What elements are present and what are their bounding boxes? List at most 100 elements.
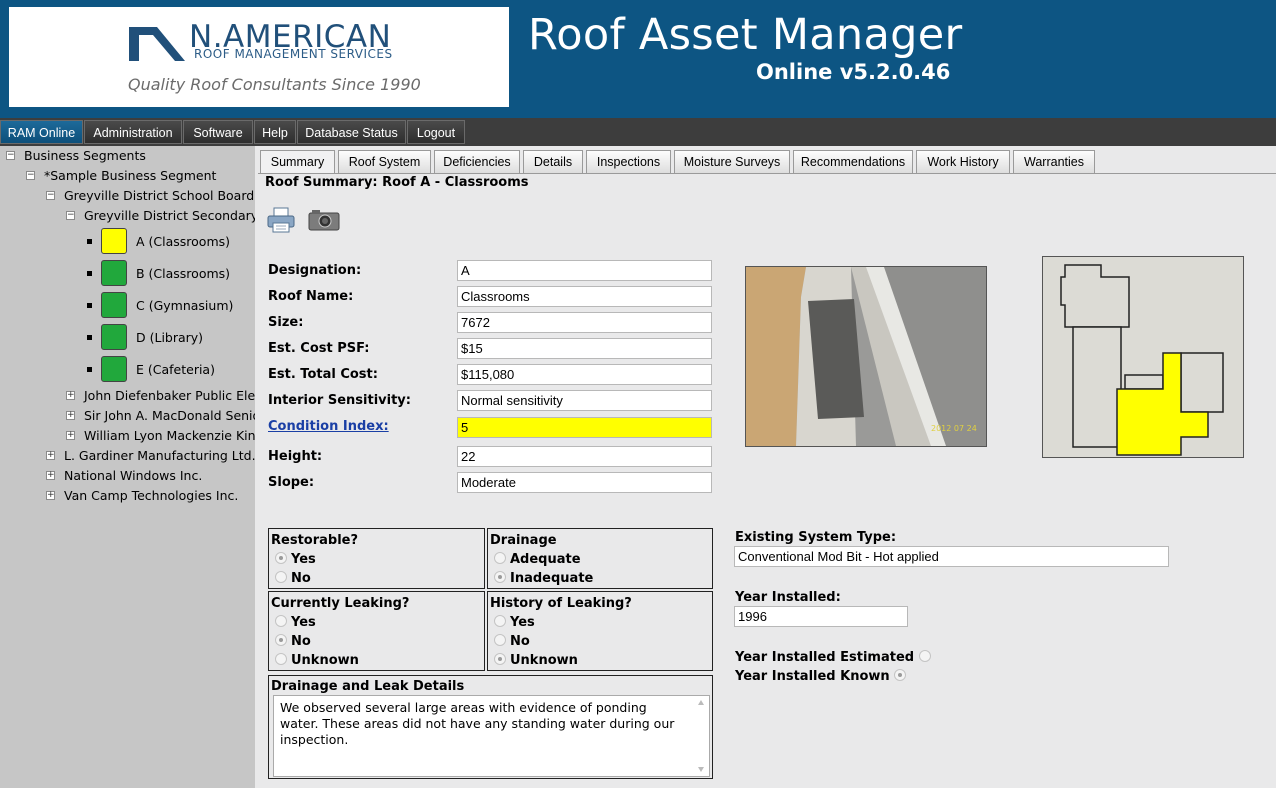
tree-item-roof-d[interactable]: D (Library): [136, 330, 203, 346]
collapse-icon[interactable]: −: [6, 151, 15, 160]
tree-item-segment[interactable]: *Sample Business Segment: [44, 168, 216, 184]
drainage-inadequate-option[interactable]: Inadequate: [494, 571, 593, 586]
tab-recommendations[interactable]: Recommendations: [793, 150, 913, 174]
radio-icon[interactable]: [918, 650, 931, 662]
menu-help[interactable]: Help: [254, 120, 296, 144]
tree-item-roof-a[interactable]: A (Classrooms): [136, 234, 230, 250]
radio-selected-icon[interactable]: [894, 669, 907, 681]
drainage-group: Drainage Adequate Inadequate: [487, 528, 713, 589]
history-leaking-title: History of Leaking?: [490, 596, 632, 611]
radio-icon[interactable]: [494, 552, 506, 564]
tree-item-organization[interactable]: Greyville District School Board: [64, 188, 254, 204]
tree-item-organization[interactable]: Van Camp Technologies Inc.: [64, 488, 238, 504]
radio-selected-icon[interactable]: [275, 634, 287, 646]
option-label: Year Installed Known: [735, 669, 890, 684]
tree-item-organization[interactable]: National Windows Inc.: [64, 468, 202, 484]
radio-selected-icon[interactable]: [494, 653, 506, 665]
currently-leaking-unknown-option[interactable]: Unknown: [275, 653, 359, 668]
expand-icon[interactable]: +: [46, 451, 55, 460]
collapse-icon[interactable]: −: [26, 171, 35, 180]
slope-field[interactable]: Moderate: [457, 472, 712, 493]
currently-leaking-yes-option[interactable]: Yes: [275, 615, 316, 630]
details-text: We observed several large areas with evi…: [280, 700, 675, 747]
existing-system-type-field[interactable]: Conventional Mod Bit - Hot applied: [734, 546, 1169, 567]
menu-administration[interactable]: Administration: [84, 120, 182, 144]
radio-icon[interactable]: [275, 615, 287, 627]
roof-status-indicator: [101, 324, 127, 350]
main-menu: RAM Online Administration Software Help …: [0, 118, 1276, 146]
tree-item-school[interactable]: John Diefenbaker Public Elem: [84, 388, 255, 404]
radio-selected-icon[interactable]: [275, 552, 287, 564]
interior-sensitivity-label: Interior Sensitivity:: [268, 393, 411, 408]
total-cost-field[interactable]: $115,080: [457, 364, 712, 385]
option-label: No: [291, 571, 311, 586]
option-label: Yes: [510, 615, 535, 630]
radio-icon[interactable]: [494, 615, 506, 627]
tab-warranties[interactable]: Warranties: [1013, 150, 1095, 174]
size-field[interactable]: 7672: [457, 312, 712, 333]
radio-icon[interactable]: [275, 571, 287, 583]
condition-index-field[interactable]: 5: [457, 417, 712, 438]
history-leaking-yes-option[interactable]: Yes: [494, 615, 535, 630]
camera-icon[interactable]: [308, 208, 340, 232]
designation-field[interactable]: A: [457, 260, 712, 281]
expand-icon[interactable]: +: [66, 431, 75, 440]
condition-index-link[interactable]: Condition Index:: [268, 419, 389, 434]
year-installed-known-option[interactable]: Year Installed Known: [735, 669, 910, 684]
currently-leaking-no-option[interactable]: No: [275, 634, 311, 649]
roof-logo-icon: [129, 27, 185, 61]
radio-selected-icon[interactable]: [494, 571, 506, 583]
expand-icon[interactable]: +: [66, 411, 75, 420]
tree-item-school[interactable]: Sir John A. MacDonald Senior: [84, 408, 255, 424]
tab-moisture-surveys[interactable]: Moisture Surveys: [674, 150, 790, 174]
restorable-no-option[interactable]: No: [275, 571, 311, 586]
collapse-icon[interactable]: −: [46, 191, 55, 200]
tree-item-business-segments[interactable]: Business Segments: [24, 148, 146, 164]
expand-icon[interactable]: +: [46, 491, 55, 500]
tree-item-roof-b[interactable]: B (Classrooms): [136, 266, 230, 282]
scroll-down-icon: [698, 767, 704, 772]
currently-leaking-group: Currently Leaking? Yes No Unknown: [268, 591, 485, 671]
menu-database-status[interactable]: Database Status: [297, 120, 406, 144]
tree-item-school[interactable]: Greyville District Secondary S: [84, 208, 255, 224]
roof-name-field[interactable]: Classrooms: [457, 286, 712, 307]
drainage-leak-details-textarea[interactable]: We observed several large areas with evi…: [273, 695, 710, 777]
roof-plan-drawing[interactable]: [1042, 256, 1244, 458]
radio-icon[interactable]: [494, 634, 506, 646]
drainage-adequate-option[interactable]: Adequate: [494, 552, 581, 567]
tab-divider: [258, 173, 1276, 174]
slope-label: Slope:: [268, 475, 315, 490]
menu-software[interactable]: Software: [183, 120, 253, 144]
restorable-yes-option[interactable]: Yes: [275, 552, 316, 567]
height-field[interactable]: 22: [457, 446, 712, 467]
menu-logout[interactable]: Logout: [407, 120, 465, 144]
option-label: Adequate: [510, 552, 581, 567]
history-leaking-unknown-option[interactable]: Unknown: [494, 653, 578, 668]
tab-roof-system[interactable]: Roof System: [338, 150, 431, 174]
tree-item-organization[interactable]: L. Gardiner Manufacturing Ltd.: [64, 448, 255, 464]
tab-details[interactable]: Details: [523, 150, 583, 174]
year-installed-estimated-option[interactable]: Year Installed Estimated: [735, 650, 935, 665]
roof-photo[interactable]: 2012 07 24: [745, 266, 987, 447]
tab-summary[interactable]: Summary: [260, 150, 335, 174]
expand-icon[interactable]: +: [66, 391, 75, 400]
drainage-leak-details-title: Drainage and Leak Details: [271, 679, 465, 694]
year-installed-field[interactable]: 1996: [734, 606, 908, 627]
tab-deficiencies[interactable]: Deficiencies: [434, 150, 520, 174]
printer-icon[interactable]: [267, 207, 295, 233]
tree-item-roof-e[interactable]: E (Cafeteria): [136, 362, 215, 378]
tab-inspections[interactable]: Inspections: [586, 150, 671, 174]
textarea-scrollbar[interactable]: [694, 697, 708, 775]
history-leaking-no-option[interactable]: No: [494, 634, 530, 649]
radio-icon[interactable]: [275, 653, 287, 665]
tree-item-roof-c[interactable]: C (Gymnasium): [136, 298, 233, 314]
cost-psf-field[interactable]: $15: [457, 338, 712, 359]
interior-sensitivity-field[interactable]: Normal sensitivity: [457, 390, 712, 411]
tab-work-history[interactable]: Work History: [916, 150, 1010, 174]
year-installed-label: Year Installed:: [735, 590, 841, 605]
collapse-icon[interactable]: −: [66, 211, 75, 220]
total-cost-label: Est. Total Cost:: [268, 367, 378, 382]
expand-icon[interactable]: +: [46, 471, 55, 480]
tree-item-school[interactable]: William Lyon Mackenzie King: [84, 428, 255, 444]
menu-ram-online[interactable]: RAM Online: [0, 120, 83, 144]
